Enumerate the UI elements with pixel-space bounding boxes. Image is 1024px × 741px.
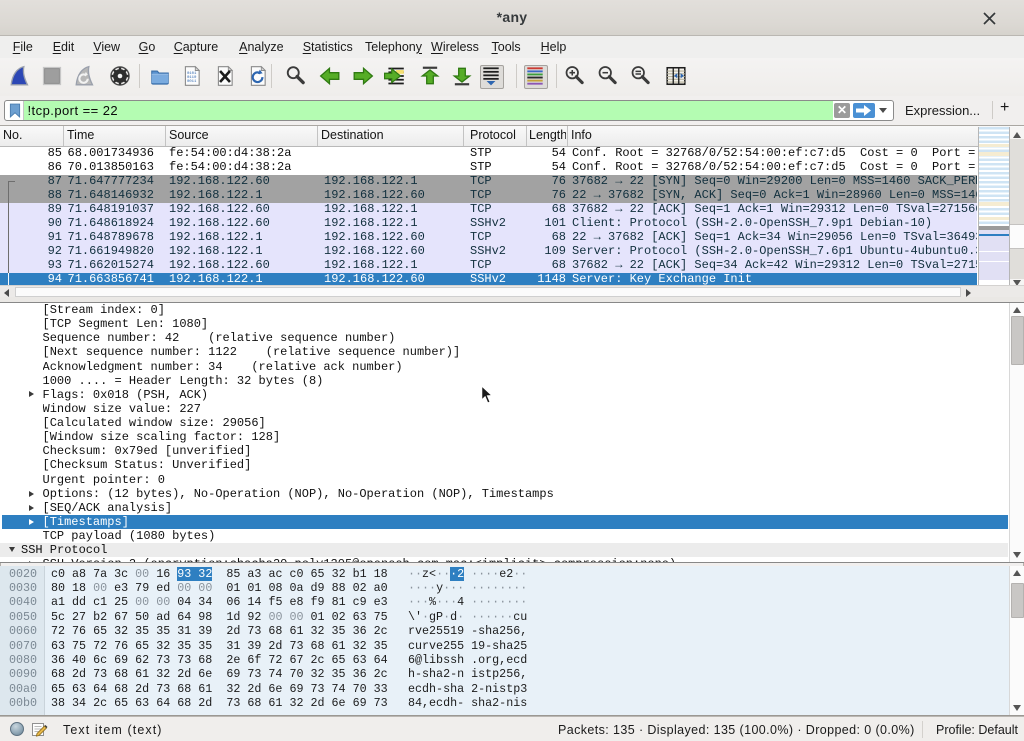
svg-text:0011: 0011	[186, 80, 196, 84]
